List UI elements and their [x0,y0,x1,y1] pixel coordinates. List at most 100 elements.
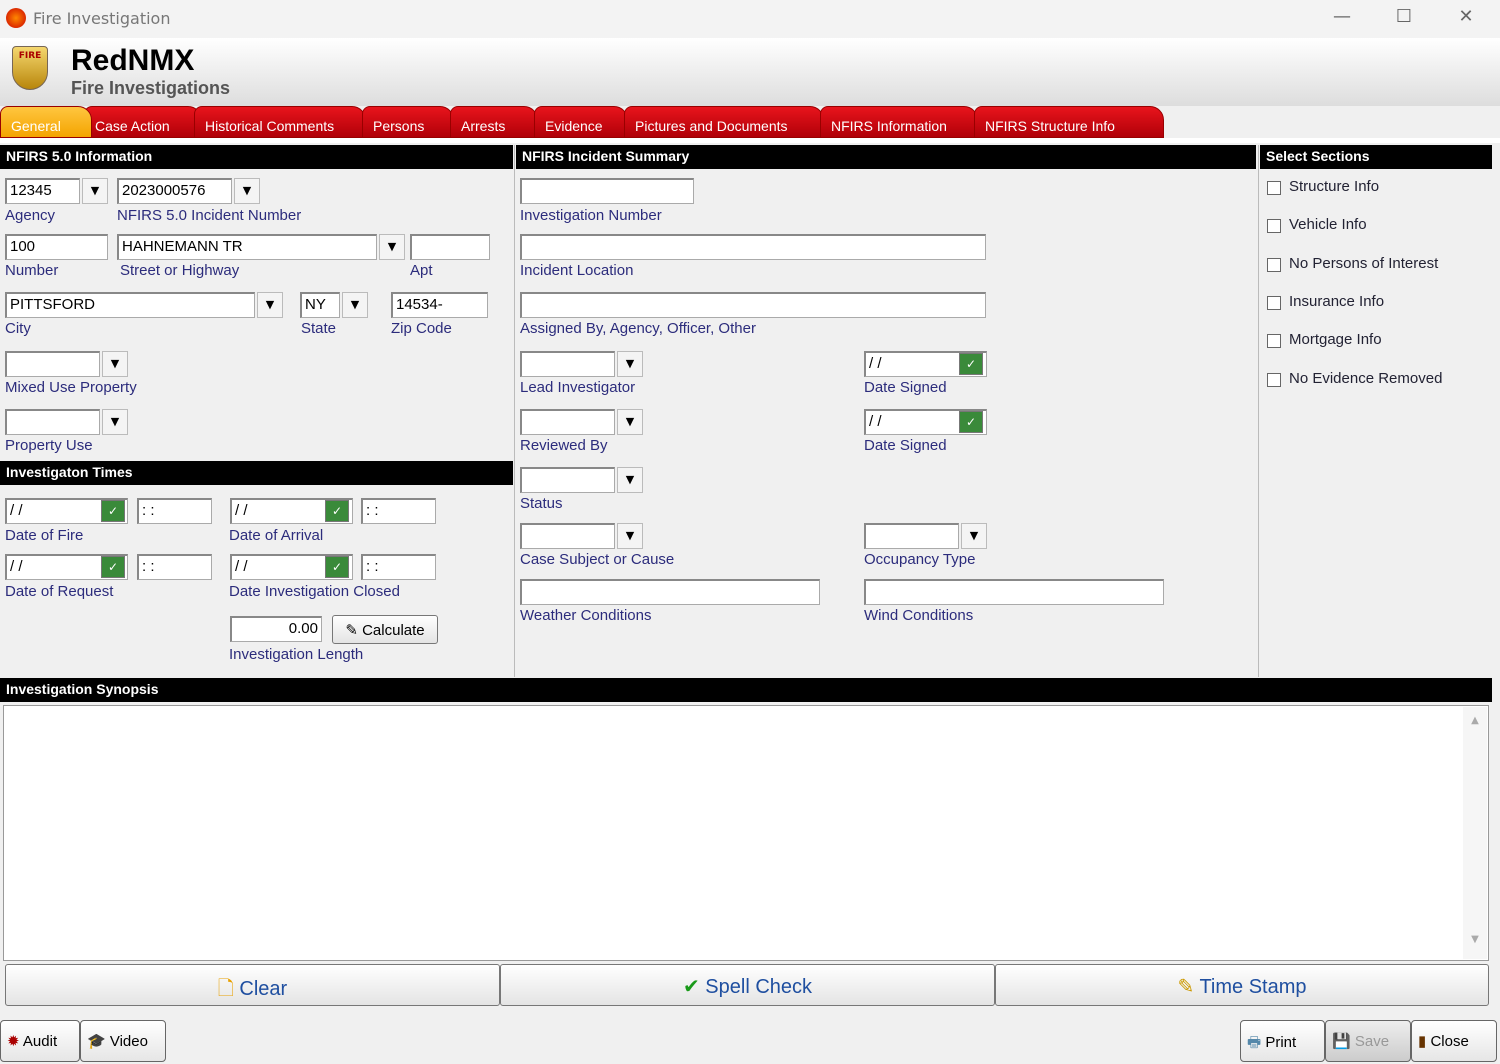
section-checkbox[interactable] [1267,257,1281,272]
audit-button[interactable]: ✹ Audit [0,1020,80,1062]
section-checkbox[interactable] [1267,295,1281,310]
tab-bar: General Case Action Historical Comments … [0,106,1500,138]
section-synopsis: Investigation Synopsis [0,678,1492,702]
section-checkbox[interactable] [1267,372,1281,387]
app-icon [6,8,26,28]
investigation-number-input[interactable] [520,178,694,204]
audit-icon: ✹ [7,1033,20,1050]
tab-nfirs-structure-info[interactable]: NFIRS Structure Info [974,106,1164,138]
city-input[interactable]: PITTSFORD [5,292,255,318]
occupancy-type-dropdown[interactable]: ▼ [961,523,987,549]
section-checkbox[interactable] [1267,181,1281,195]
case-subject-dropdown[interactable]: ▼ [617,523,643,549]
state-input[interactable]: NY [300,292,340,318]
section-checkbox-label: Vehicle Info [1289,216,1367,234]
weather-input[interactable] [520,579,820,605]
brand-name: RedNMX [71,44,195,77]
tab-arrests[interactable]: Arrests [450,106,538,138]
calculate-button[interactable]: ✎ Calculate [332,615,438,644]
video-icon: 🎓 [87,1033,106,1050]
section-incident-summary: NFIRS Incident Summary [516,145,1256,169]
section-checkbox[interactable] [1267,219,1281,234]
assigned-by-input[interactable] [520,292,986,318]
number-input[interactable]: 100 [5,234,108,260]
calendar-icon[interactable]: ✓ [101,556,125,578]
tab-pictures-documents[interactable]: Pictures and Documents [624,106,824,138]
agency-dropdown[interactable]: ▼ [82,178,108,204]
reviewed-by-input[interactable] [520,409,615,435]
wind-input[interactable] [864,579,1164,605]
incident-number-input[interactable]: 2023000576 [117,178,232,204]
tab-persons[interactable]: Persons [362,106,454,138]
calculate-label: Calculate [362,622,425,639]
date-of-fire-label: Date of Fire [5,527,84,544]
agency-input[interactable]: 12345 [5,178,80,204]
synopsis-scrollbar[interactable]: ▲ ▼ [1463,707,1487,959]
clear-icon: 🗋 [217,978,234,1000]
window-title: Fire Investigation [33,9,171,28]
wind-label: Wind Conditions [864,607,974,624]
lead-investigator-input[interactable] [520,351,615,377]
status-dropdown[interactable]: ▼ [617,467,643,493]
close-label: Close [1430,1033,1469,1050]
property-use-input[interactable] [5,409,100,435]
synopsis-textarea[interactable] [3,705,1489,961]
clear-button[interactable]: 🗋 Clear [5,964,500,1006]
incident-location-input[interactable] [520,234,986,260]
tab-evidence[interactable]: Evidence [534,106,628,138]
close-window-button[interactable]: ✕ [1446,6,1486,32]
status-input[interactable] [520,467,615,493]
time-of-fire-input[interactable]: : : [137,498,212,524]
street-input[interactable]: HAHNEMANN TR [117,234,377,260]
apt-input[interactable] [410,234,490,260]
street-label: Street or Highway [120,262,240,279]
time-of-arrival-input[interactable]: : : [361,498,436,524]
save-button[interactable]: 💾 Save [1325,1020,1411,1062]
time-stamp-button[interactable]: ✎ Time Stamp [995,964,1489,1006]
tab-historical-comments[interactable]: Historical Comments [194,106,366,138]
occupancy-type-input[interactable] [864,523,959,549]
title-bar: Fire Investigation — ☐ ✕ [0,0,1500,38]
city-dropdown[interactable]: ▼ [257,292,283,318]
section-checkbox-label: Insurance Info [1289,292,1385,310]
lead-investigator-dropdown[interactable]: ▼ [617,351,643,377]
time-of-request-input[interactable]: : : [137,554,212,580]
print-label: Print [1265,1034,1297,1051]
section-checkbox[interactable] [1267,334,1281,349]
agency-label: Agency [5,207,56,224]
property-use-dropdown[interactable]: ▼ [102,409,128,435]
mixed-use-input[interactable] [5,351,100,377]
calendar-icon[interactable]: ✓ [959,353,983,375]
calendar-icon[interactable]: ✓ [959,411,983,433]
audit-label: Audit [22,1033,58,1050]
zip-label: Zip Code [391,320,452,337]
maximize-button[interactable]: ☐ [1384,6,1424,32]
reviewed-by-dropdown[interactable]: ▼ [617,409,643,435]
case-subject-input[interactable] [520,523,615,549]
street-dropdown[interactable]: ▼ [379,234,405,260]
print-button[interactable]: 🖶 Print [1240,1020,1325,1062]
time-closed-input[interactable]: : : [361,554,436,580]
tab-case-action[interactable]: Case Action [84,106,202,138]
tab-general[interactable]: General [0,106,92,138]
calendar-icon[interactable]: ✓ [325,500,349,522]
state-dropdown[interactable]: ▼ [342,292,368,318]
save-label: Save [1354,1033,1390,1050]
close-button[interactable]: ▮ Close [1411,1020,1497,1062]
incident-number-dropdown[interactable]: ▼ [234,178,260,204]
incident-location-label: Incident Location [520,262,634,279]
lead-investigator-label: Lead Investigator [520,379,636,396]
investigation-length-input[interactable]: 0.00 [230,616,322,642]
clear-label: Clear [239,978,288,1000]
video-button[interactable]: 🎓 Video [80,1020,166,1062]
spell-check-button[interactable]: ✔ Spell Check [500,964,995,1006]
section-nfirs-info: NFIRS 5.0 Information [0,145,513,169]
mixed-use-dropdown[interactable]: ▼ [102,351,128,377]
tab-nfirs-information[interactable]: NFIRS Information [820,106,978,138]
calendar-icon[interactable]: ✓ [325,556,349,578]
minimize-button[interactable]: — [1322,6,1362,32]
investigation-number-label: Investigation Number [520,207,662,224]
weather-label: Weather Conditions [520,607,652,624]
zip-input[interactable]: 14534- [391,292,488,318]
calendar-icon[interactable]: ✓ [101,500,125,522]
